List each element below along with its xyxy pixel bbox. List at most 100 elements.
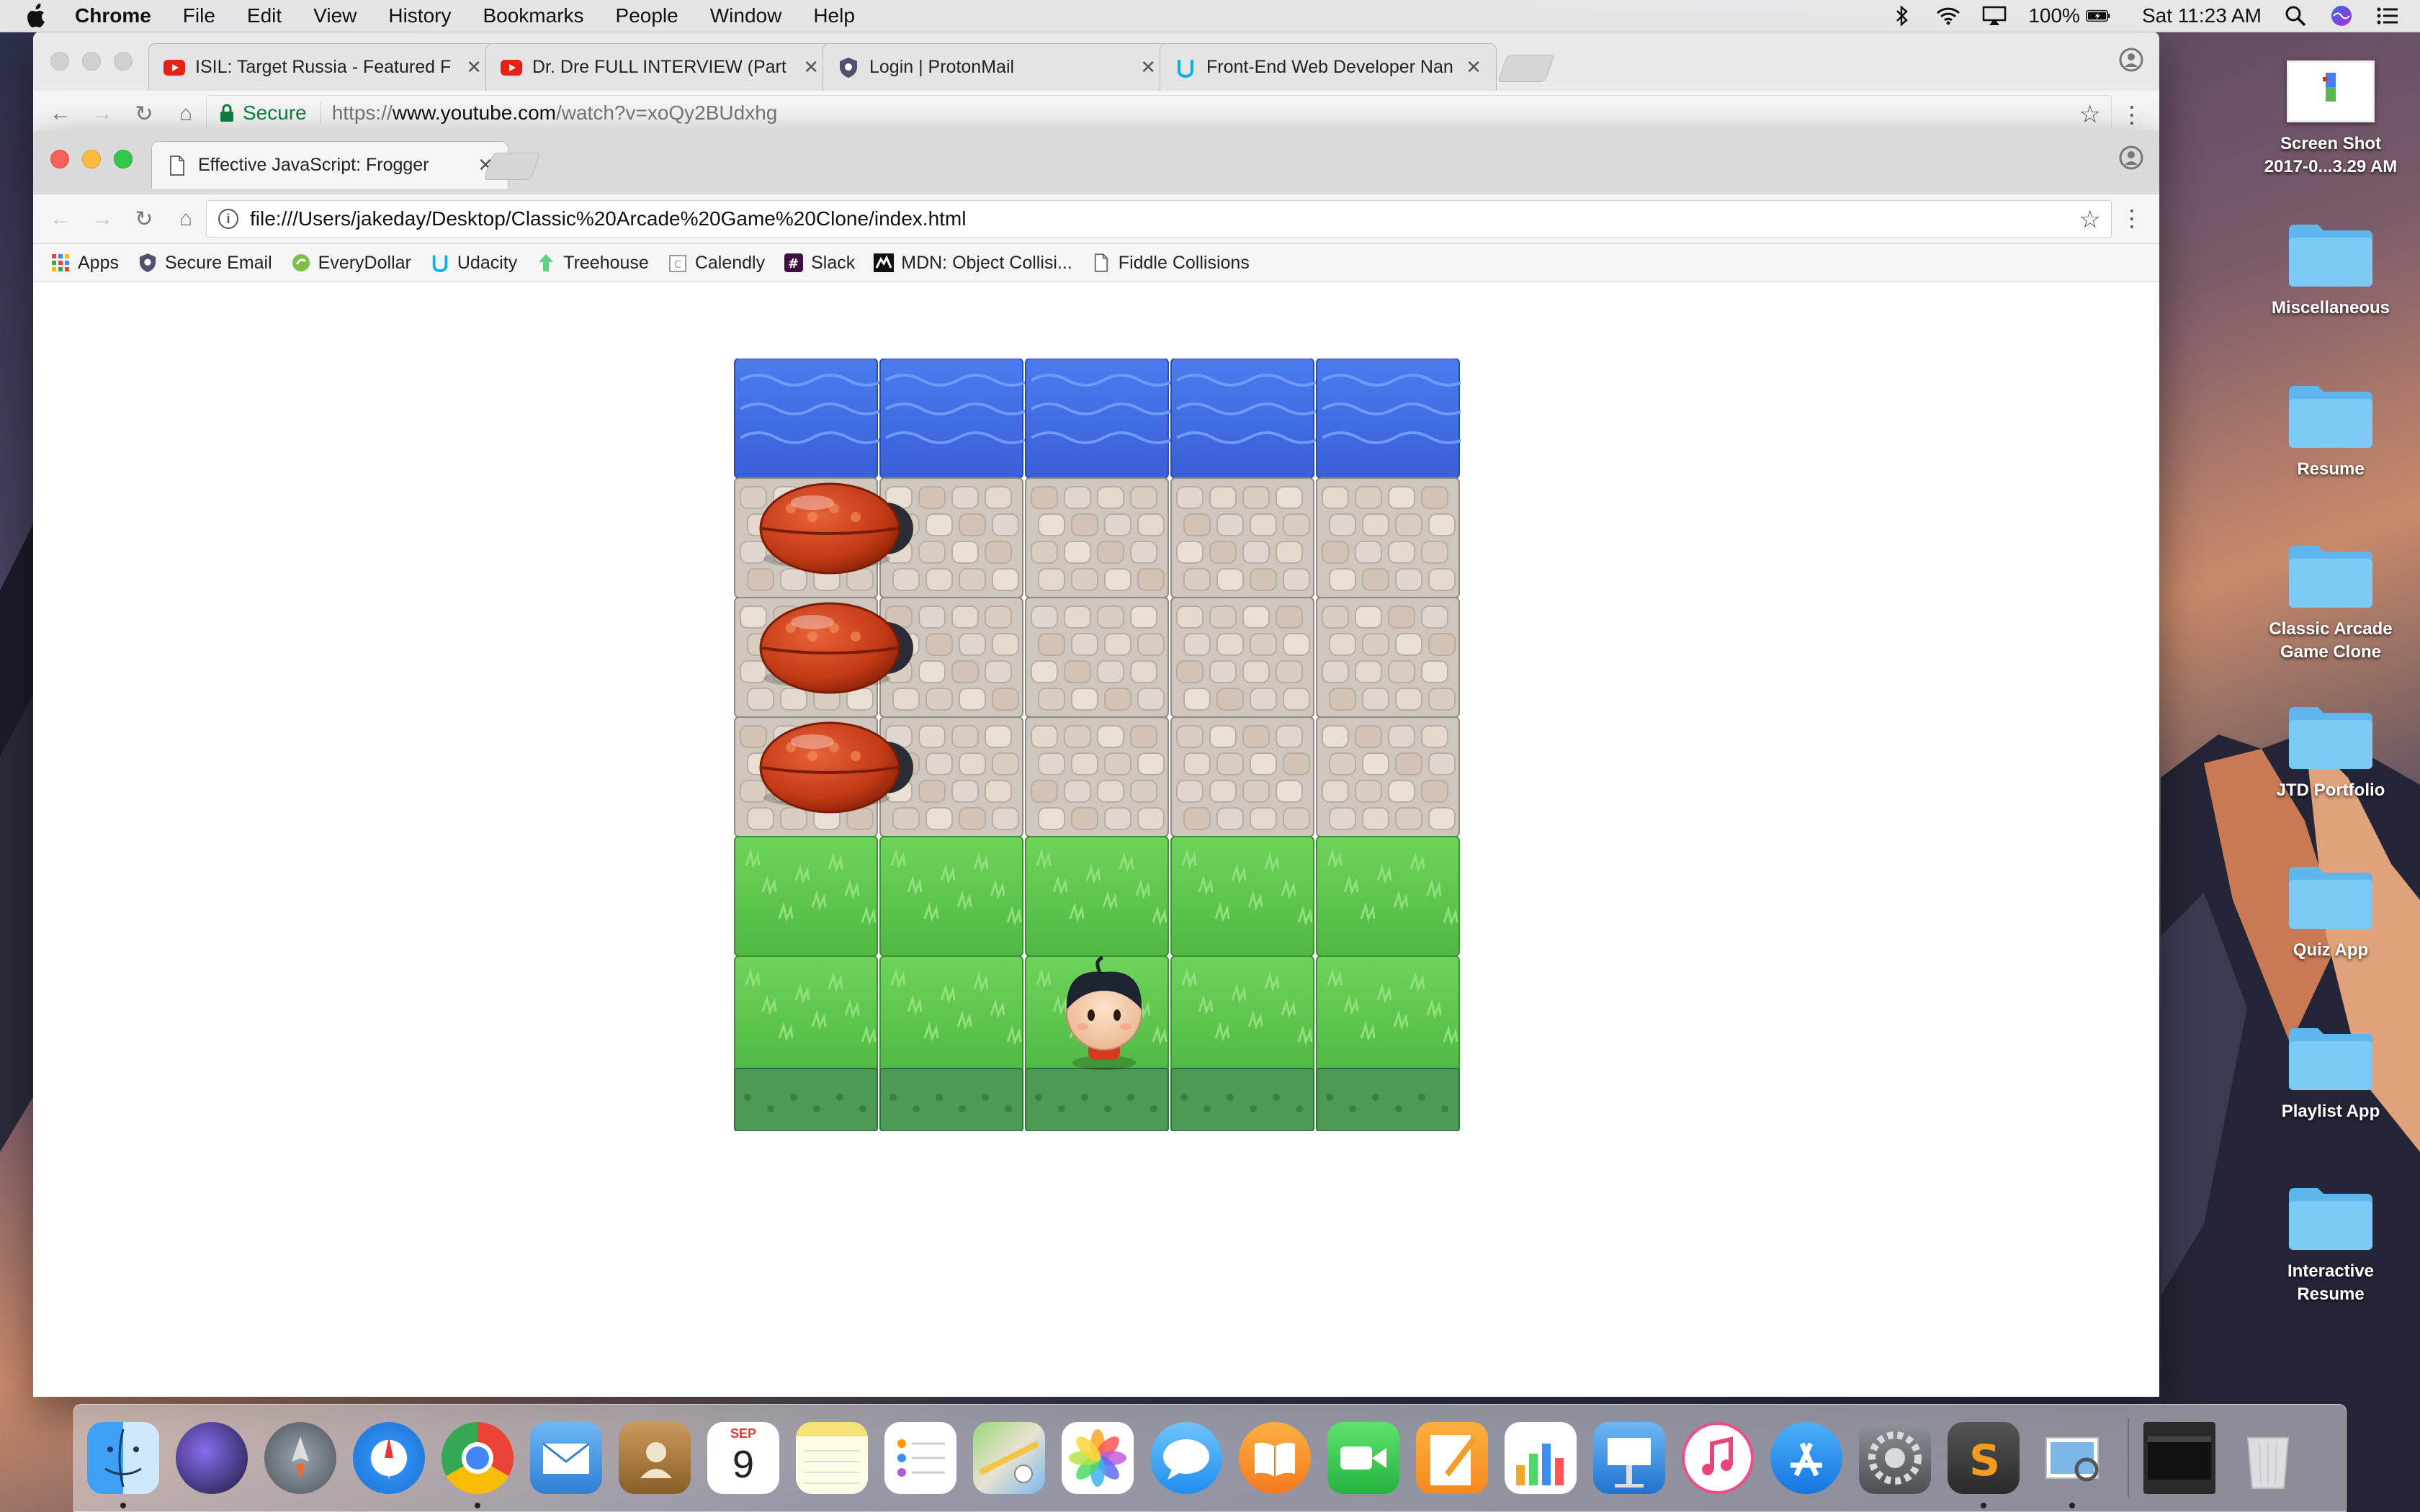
window-controls (50, 52, 133, 71)
launchpad-icon[interactable] (264, 1422, 336, 1494)
zoom-window-button[interactable] (114, 52, 133, 71)
maps-icon[interactable] (973, 1422, 1045, 1494)
facetime-icon[interactable] (1327, 1422, 1399, 1494)
bookmark-everydollar[interactable]: EveryDollar (291, 253, 411, 274)
contacts-icon[interactable] (619, 1422, 691, 1494)
chrome-icon[interactable] (442, 1422, 514, 1508)
finder-icon[interactable] (87, 1422, 159, 1508)
desktop-folder[interactable]: Resume (2259, 382, 2403, 481)
desktop-folder[interactable]: Interactive Resume (2259, 1184, 2403, 1306)
menu-bookmarks[interactable]: Bookmarks (483, 4, 583, 27)
menu-view[interactable]: View (313, 4, 357, 27)
bookmark-fiddle-collisions[interactable]: Fiddle Collisions (1091, 253, 1250, 274)
tab-front-end-nanodegree[interactable]: Front-End Web Developer Nan ✕ (1160, 43, 1497, 91)
desktop-screenshot-file[interactable]: Screen Shot 2017-0...3.29 AM (2259, 60, 2403, 179)
bookmark-calendly[interactable]: C Calendly (668, 253, 765, 274)
forward-arrow-icon[interactable]: → (88, 204, 117, 233)
bookmark-udacity[interactable]: Udacity (430, 253, 517, 274)
tab-effective-javascript-frogger[interactable]: Effective JavaScript: Frogger ✕ (151, 141, 508, 189)
close-tab-icon[interactable]: ✕ (803, 56, 819, 78)
photos-icon[interactable] (1062, 1422, 1134, 1494)
forward-arrow-icon[interactable]: → (88, 99, 117, 128)
bluetooth-icon[interactable] (1890, 5, 1914, 27)
siri-icon[interactable] (176, 1422, 248, 1494)
close-tab-icon[interactable]: ✕ (1466, 56, 1482, 78)
folder-icon (2286, 1184, 2375, 1253)
desktop-folder[interactable]: Miscellaneous (2259, 220, 2403, 320)
address-bar[interactable]: i file:///Users/jakeday/Desktop/Classic%… (206, 200, 2112, 238)
pages-icon[interactable] (1416, 1422, 1488, 1494)
keynote-icon[interactable] (1593, 1422, 1665, 1494)
profile-icon[interactable] (2119, 48, 2143, 72)
home-icon[interactable]: ⌂ (171, 204, 200, 233)
desktop-folder[interactable]: JTD Portfolio (2259, 703, 2403, 802)
menu-people[interactable]: People (616, 4, 678, 27)
chrome-menu-icon[interactable]: ⋮ (2120, 206, 2143, 230)
bookmark-star-icon[interactable]: ☆ (2079, 100, 2101, 129)
close-tab-icon[interactable]: ✕ (466, 56, 482, 78)
bookmark-star-icon[interactable]: ☆ (2079, 205, 2101, 234)
tab-isil-target-russia[interactable]: ISIL: Target Russia - Featured F ✕ (148, 43, 497, 91)
menu-help[interactable]: Help (813, 4, 855, 27)
menu-window[interactable]: Window (710, 4, 782, 27)
reload-icon[interactable]: ↻ (130, 204, 158, 233)
battery-status[interactable]: 100% (2028, 4, 2110, 27)
menu-history[interactable]: History (388, 4, 451, 27)
chrome-menu-icon[interactable]: ⋮ (2120, 102, 2143, 127)
wifi-icon[interactable] (1936, 5, 1960, 27)
back-arrow-icon[interactable]: ← (46, 99, 75, 128)
minimize-window-button[interactable] (82, 52, 101, 71)
system-preferences-icon[interactable] (1859, 1422, 1931, 1494)
mail-icon[interactable] (530, 1422, 602, 1494)
reminders-icon[interactable] (884, 1422, 956, 1494)
new-tab-button[interactable] (1497, 55, 1555, 82)
bookmark-slack[interactable]: # Slack (784, 253, 855, 274)
profile-icon[interactable] (2119, 145, 2143, 170)
frogger-game-canvas[interactable] (733, 359, 1461, 1131)
recent-window-thumbnail[interactable] (2143, 1422, 2215, 1494)
airplay-icon[interactable] (1982, 5, 2007, 27)
sublime-text-icon[interactable]: S (1948, 1422, 2020, 1508)
itunes-icon[interactable] (1682, 1422, 1754, 1494)
address-bar-youtube[interactable]: Secure https:// www.youtube.com /watch?v… (206, 95, 2112, 131)
trash-icon[interactable] (2232, 1422, 2304, 1494)
close-window-button[interactable] (50, 150, 69, 168)
app-store-icon[interactable] (1770, 1422, 1842, 1494)
calendly-icon: C (668, 253, 688, 273)
numbers-icon[interactable] (1505, 1422, 1577, 1494)
home-icon[interactable]: ⌂ (171, 99, 200, 128)
menu-app-name[interactable]: Chrome (75, 4, 151, 27)
bookmark-mdn-object-collisions[interactable]: MDN: Object Collisi... (874, 253, 1072, 274)
preview-icon[interactable] (2036, 1422, 2108, 1508)
bookmark-secure-email[interactable]: Secure Email (138, 253, 272, 274)
tab-dr-dre-interview[interactable]: Dr. Dre FULL INTERVIEW (Part ✕ (485, 43, 834, 91)
reload-icon[interactable]: ↻ (130, 99, 158, 128)
apple-icon[interactable] (26, 4, 50, 28)
site-info-icon[interactable]: i (218, 209, 238, 229)
calendar-icon[interactable]: SEP 9 (707, 1422, 779, 1494)
desktop-folder[interactable]: Quiz App (2259, 863, 2403, 962)
desktop-folder[interactable]: Classic Arcade Game Clone (2259, 541, 2403, 664)
siri-icon[interactable] (2329, 5, 2354, 27)
menu-file[interactable]: File (183, 4, 215, 27)
stone-tile (1170, 597, 1314, 718)
new-tab-button[interactable] (483, 153, 541, 180)
spotlight-search-icon[interactable] (2283, 5, 2308, 27)
close-tab-icon[interactable]: ✕ (1140, 56, 1156, 78)
back-arrow-icon[interactable]: ← (46, 204, 75, 233)
zoom-window-button[interactable] (114, 150, 133, 168)
desktop-item-label: Playlist App (2281, 1102, 2380, 1121)
notification-center-icon[interactable] (2375, 5, 2400, 27)
menu-edit[interactable]: Edit (247, 4, 282, 27)
clock[interactable]: Sat 11:23 AM (2142, 4, 2262, 27)
ibooks-icon[interactable] (1239, 1422, 1311, 1494)
bookmark-apps[interactable]: Apps (50, 253, 119, 274)
safari-icon[interactable] (353, 1422, 425, 1494)
messages-icon[interactable] (1150, 1422, 1222, 1494)
desktop-folder[interactable]: Playlist App (2259, 1024, 2403, 1123)
notes-icon[interactable] (796, 1422, 868, 1494)
bookmark-treehouse[interactable]: Treehouse (536, 253, 649, 274)
minimize-window-button[interactable] (82, 150, 101, 168)
tab-protonmail-login[interactable]: Login | ProtonMail ✕ (823, 43, 1171, 91)
close-window-button[interactable] (50, 52, 69, 71)
